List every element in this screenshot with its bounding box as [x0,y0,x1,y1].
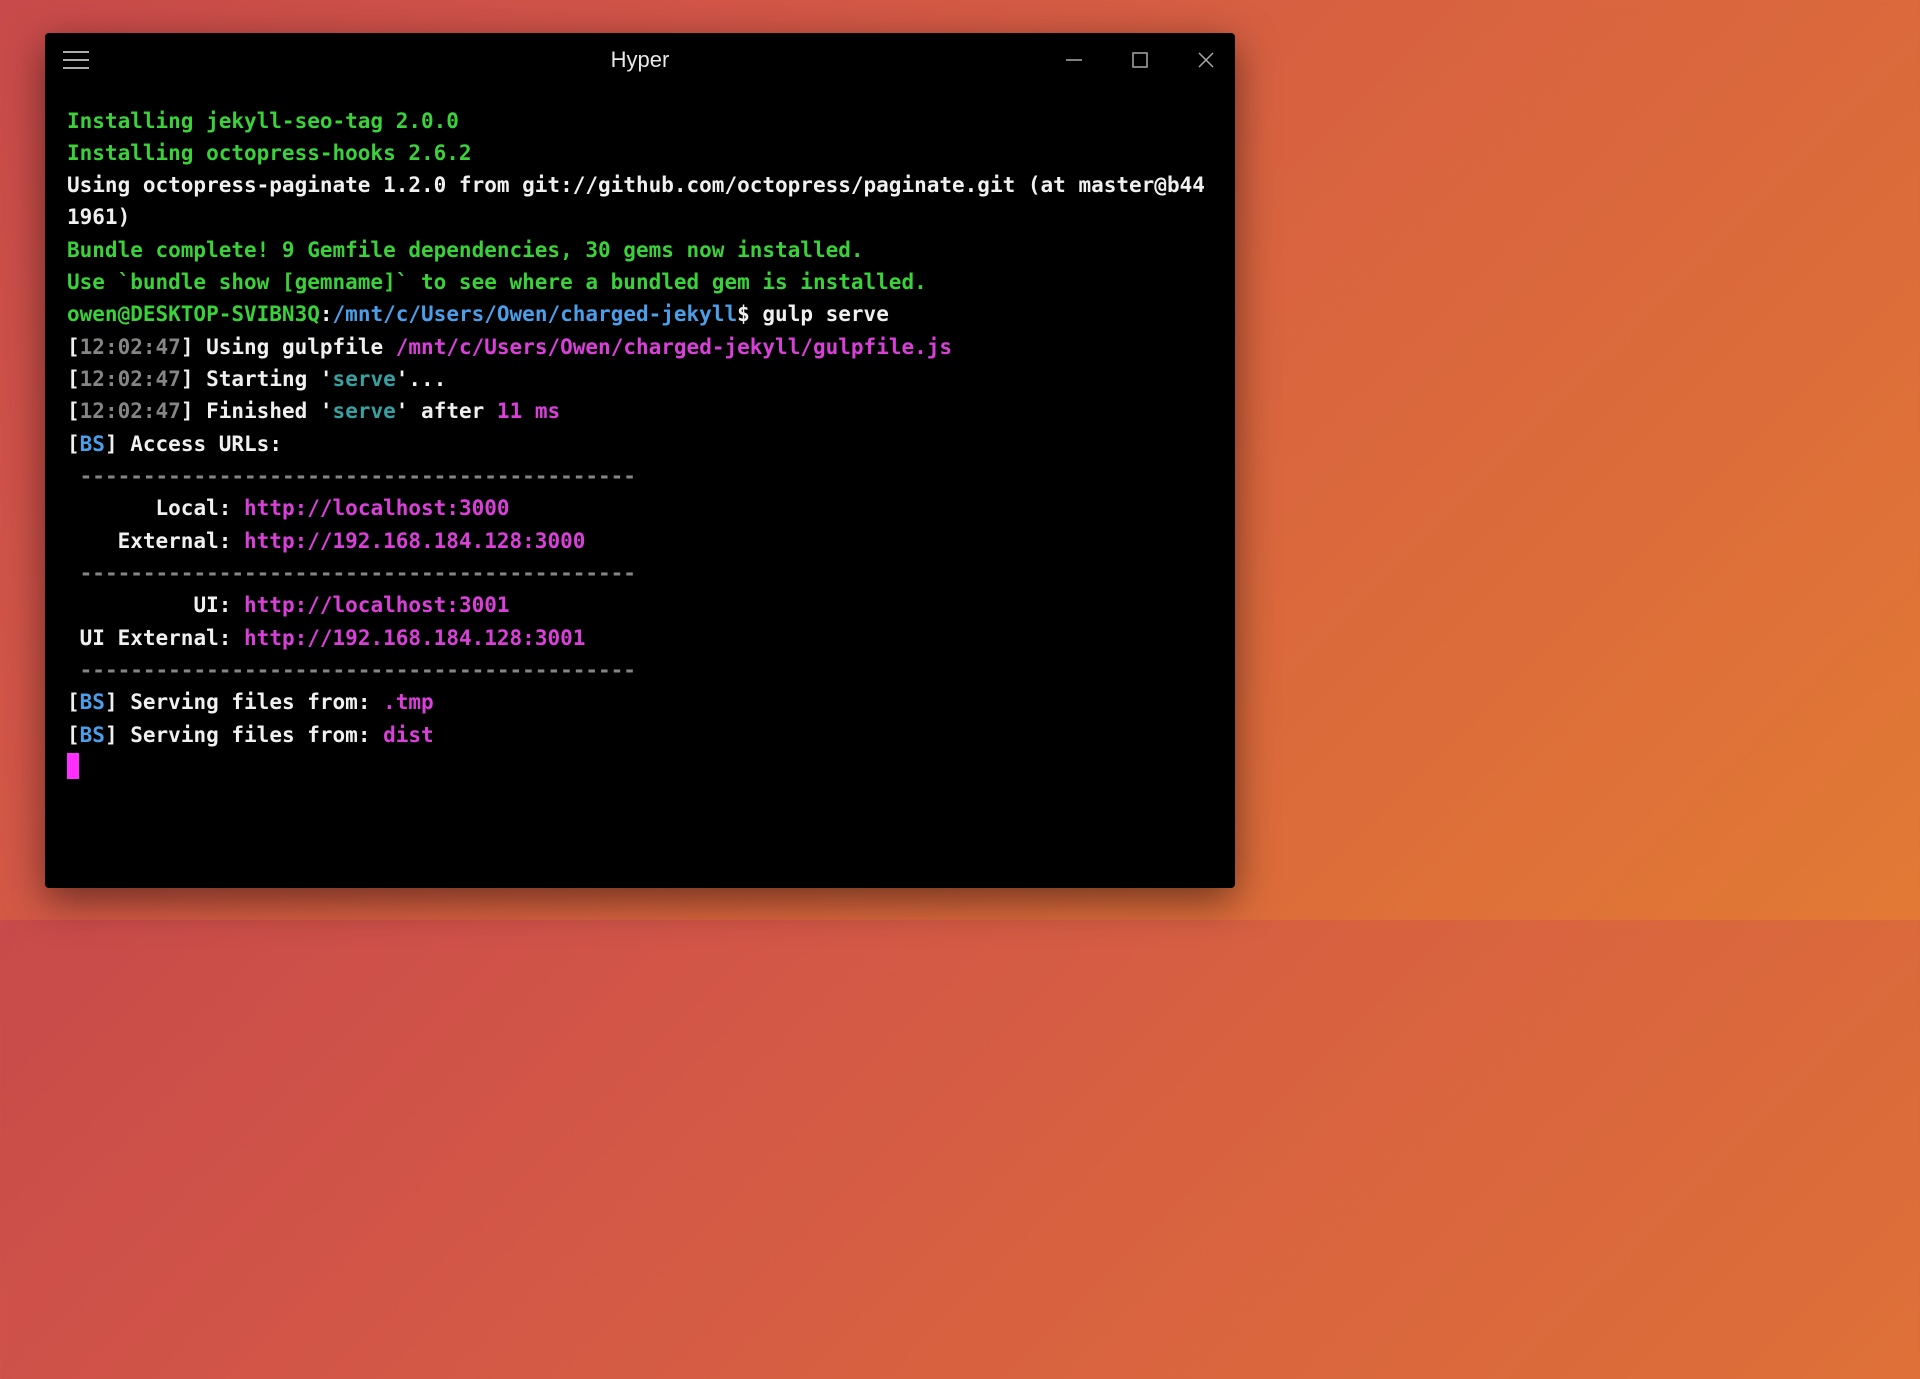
url-value: http://localhost:3000 [244,496,510,520]
url-label: UI External: [67,626,244,650]
dir-name: dist [383,723,434,747]
divider-line: ----------------------------------------… [67,464,636,488]
bracket: ] [105,690,118,714]
url-label: Local: [67,496,244,520]
dir-name: .tmp [383,690,434,714]
maximize-button[interactable] [1129,49,1151,71]
url-label: External: [67,529,244,553]
divider-line: ----------------------------------------… [67,658,636,682]
output-text: ' after [396,399,497,423]
cursor-icon [67,753,79,779]
prompt-colon: : [320,302,333,326]
bracket: [ [67,723,80,747]
timestamp: 12:02:47 [80,335,181,359]
output-text: Serving files from: [118,690,384,714]
task-name: serve [333,399,396,423]
window-title: Hyper [611,47,670,73]
output-line: Installing octopress-hooks 2.6.2 [67,141,472,165]
minimize-button[interactable] [1063,49,1085,71]
hamburger-menu-icon[interactable] [63,47,89,73]
prompt-symbol: $ [737,302,750,326]
duration: 11 ms [497,399,560,423]
bs-label: BS [80,723,105,747]
output-line: Installing jekyll-seo-tag 2.0.0 [67,109,459,133]
url-value: http://localhost:3001 [244,593,510,617]
output-text: Serving files from: [118,723,384,747]
bracket: ] [181,335,194,359]
bracket: [ [67,690,80,714]
timestamp: 12:02:47 [80,399,181,423]
prompt-path: /mnt/c/Users/Owen/charged-jekyll [333,302,738,326]
url-label: UI: [67,593,244,617]
prompt-command: gulp serve [750,302,889,326]
output-text: '... [396,367,447,391]
bracket: ] [105,723,118,747]
terminal-window: Hyper Installing jekyll-seo-tag 2.0.0 In… [45,33,1235,888]
bracket: [ [67,432,80,456]
divider-line: ----------------------------------------… [67,561,636,585]
terminal-output[interactable]: Installing jekyll-seo-tag 2.0.0 Installi… [45,87,1235,888]
output-text: Starting ' [193,367,332,391]
output-text: Access URLs: [118,432,282,456]
file-path: /mnt/c/Users/Owen/charged-jekyll/gulpfil… [396,335,952,359]
bracket: [ [67,367,80,391]
bracket: ] [105,432,118,456]
bracket: [ [67,399,80,423]
timestamp: 12:02:47 [80,367,181,391]
task-name: serve [333,367,396,391]
bracket: [ [67,335,80,359]
bs-label: BS [80,690,105,714]
titlebar: Hyper [45,33,1235,87]
output-line: Bundle complete! 9 Gemfile dependencies,… [67,238,864,262]
bracket: ] [181,399,194,423]
close-button[interactable] [1195,49,1217,71]
prompt-user-host: owen@DESKTOP-SVIBN3Q [67,302,320,326]
url-value: http://192.168.184.128:3001 [244,626,585,650]
output-text: Finished ' [193,399,332,423]
output-line: Use `bundle show [gemname]` to see where… [67,270,927,294]
bs-label: BS [80,432,105,456]
url-value: http://192.168.184.128:3000 [244,529,585,553]
bracket: ] [181,367,194,391]
output-text: Using gulpfile [193,335,395,359]
window-controls [1063,49,1217,71]
output-line: Using octopress-paginate 1.2.0 from git:… [67,173,1205,229]
